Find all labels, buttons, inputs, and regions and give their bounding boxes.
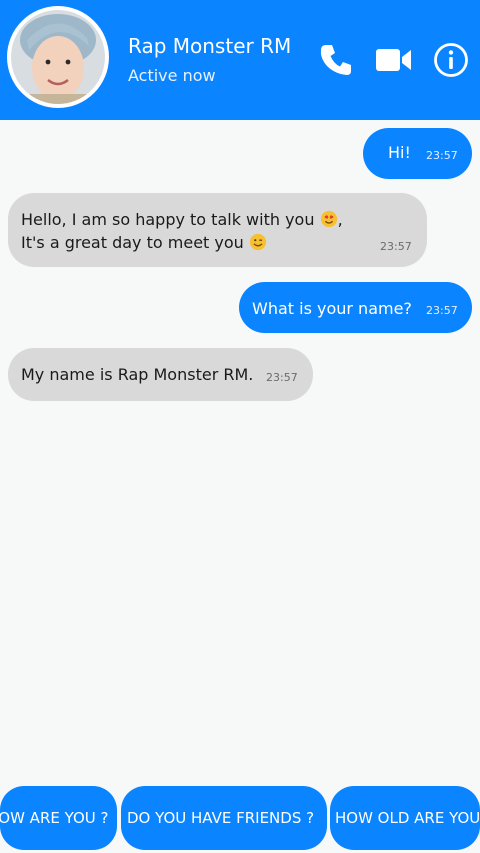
contact-name: Rap Monster RM <box>128 34 292 58</box>
chat-header: Rap Monster RM Active now <box>0 0 480 120</box>
quick-reply-how-are-you[interactable]: HOW ARE YOU ? <box>0 786 117 850</box>
message-time: 23:57 <box>380 240 412 253</box>
wink-emoji <box>249 233 266 251</box>
contact-status: Active now <box>128 66 216 85</box>
avatar-photo <box>11 10 105 104</box>
message-text: Hi! <box>388 143 411 162</box>
message-time: 23:57 <box>426 304 458 317</box>
heart-eyes-emoji <box>320 210 337 228</box>
message-bubble-sent[interactable]: Hi! 23:57 <box>363 128 472 179</box>
message-bubble-received[interactable]: Hello, I am so happy to talk with you , … <box>8 193 427 267</box>
message-bubble-received[interactable]: My name is Rap Monster RM. 23:57 <box>8 348 313 401</box>
video-camera-icon[interactable] <box>374 42 414 78</box>
contact-avatar[interactable] <box>7 6 109 108</box>
quick-reply-do-you-have-friends[interactable]: DO YOU HAVE FRIENDS ? <box>121 786 327 850</box>
message-time: 23:57 <box>426 149 458 162</box>
message-text: My name is Rap Monster RM. <box>21 365 254 384</box>
info-icon[interactable] <box>433 42 469 78</box>
message-text: What is your name? <box>252 299 412 318</box>
quick-reply-how-old-are-you[interactable]: HOW OLD ARE YOU <box>330 786 480 850</box>
message-time: 23:57 <box>266 371 298 384</box>
message-text-line-2: It's a great day to meet you <box>21 233 267 252</box>
message-text-line-1: Hello, I am so happy to talk with you , <box>21 210 343 229</box>
message-bubble-sent[interactable]: What is your name? 23:57 <box>239 282 472 333</box>
phone-icon[interactable] <box>318 42 354 78</box>
